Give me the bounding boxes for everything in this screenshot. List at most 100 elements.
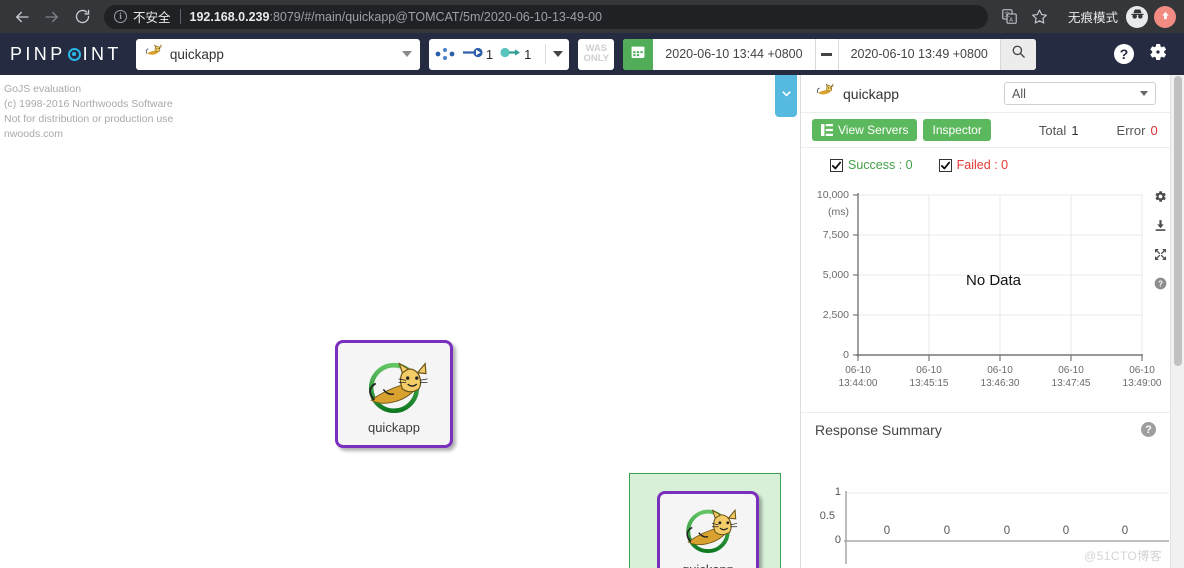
response-scatter-chart[interactable]: ? 10,000 (ms) 7,500 5,000 2,500 0 No Dat… — [801, 182, 1170, 412]
failed-checkbox[interactable] — [938, 158, 952, 172]
servermap-node-quickapp-1[interactable]: quickapp — [335, 340, 453, 448]
download-icon[interactable] — [1154, 219, 1167, 232]
bookmark-button[interactable] — [1026, 3, 1054, 31]
x-tick-4: 06-10 13:49:00 — [1107, 364, 1177, 390]
panel-title: quickapp — [843, 85, 900, 102]
scope-select[interactable]: All — [1004, 82, 1156, 105]
tomcat-node-icon — [675, 501, 741, 568]
chevron-down-icon — [1140, 91, 1148, 96]
date-from-value[interactable]: 2020-06-10 13:44 +0800 — [653, 47, 814, 61]
grid-icon — [821, 124, 833, 136]
scope-select-value: All — [1012, 86, 1026, 101]
calendar-button[interactable] — [623, 38, 654, 70]
svg-text:A: A — [1010, 18, 1014, 24]
info-icon[interactable]: i — [114, 10, 127, 23]
security-label: 不安全 — [133, 11, 171, 25]
gojs-line-2: Not for distribution or production use — [4, 113, 174, 125]
chevron-down-icon — [780, 87, 793, 105]
reload-icon — [74, 8, 91, 25]
application-select[interactable]: quickapp — [135, 38, 420, 70]
error-label: Error — [1116, 122, 1146, 138]
x-tick-1: 06-10 13:45:15 — [894, 364, 964, 390]
x-tick-2-time: 13:46:30 — [980, 378, 1020, 389]
gear-icon[interactable] — [1154, 190, 1167, 203]
legend-success[interactable]: Success : 0 — [830, 158, 913, 172]
chart-icon-rail: ? — [1154, 190, 1167, 290]
node-label: quickapp — [367, 420, 421, 435]
view-servers-button[interactable]: View Servers — [812, 119, 918, 141]
search-button[interactable] — [999, 38, 1036, 70]
pinpoint-logo[interactable]: PINP INT — [10, 44, 122, 65]
reload-button[interactable] — [68, 3, 96, 31]
incognito-icon — [1130, 7, 1145, 27]
rs-y-tick-05: 0.5 — [819, 510, 835, 522]
back-button[interactable] — [8, 3, 36, 31]
settings-button[interactable] — [1148, 42, 1168, 67]
panel-toolbar: View Servers Inspector Total 1 Error 0 — [801, 113, 1170, 148]
gojs-line-1: (c) 1998-2016 Northwoods Software — [4, 98, 173, 110]
logo-dot-icon — [67, 47, 81, 61]
logo-text-right: INT — [82, 43, 122, 64]
application-name: quickapp — [169, 46, 224, 62]
inspector-button[interactable]: Inspector — [923, 119, 991, 141]
x-tick-3-time: 13:47:45 — [1051, 378, 1091, 389]
profile-avatar[interactable] — [1154, 5, 1176, 28]
response-summary-svg — [844, 491, 1169, 564]
rs-y-tick-1: 1 — [834, 486, 841, 498]
date-to-value[interactable]: 2020-06-10 13:49 +0800 — [839, 47, 1000, 61]
was-only-line2: ONLY — [583, 53, 610, 64]
date-range-picker: 2020-06-10 13:44 +0800 2020-06-10 13:49 … — [623, 38, 1036, 70]
search-icon — [1011, 44, 1026, 64]
app-arrow-icon — [500, 46, 521, 62]
url-host: 192.168.0.239 — [189, 9, 270, 24]
error-value: 0 — [1150, 122, 1158, 138]
view-servers-label: View Servers — [838, 123, 909, 137]
translate-button[interactable]: 文A — [996, 3, 1024, 31]
was-only-toggle[interactable]: WAS ONLY — [578, 38, 615, 70]
x-tick-3-date: 06-10 — [1058, 365, 1084, 376]
gojs-line-3: nwoods.com — [4, 128, 63, 140]
total-stat: Total 1 — [1039, 123, 1079, 138]
servermap-canvas[interactable]: GoJS evaluation (c) 1998-2016 Northwoods… — [0, 75, 800, 568]
x-tick-4-date: 06-10 — [1129, 365, 1155, 376]
svg-text:?: ? — [1158, 279, 1163, 288]
rs-bar-value-3: 0 — [1062, 525, 1070, 537]
node-count-chevron-icon[interactable] — [553, 51, 564, 57]
x-tick-1-date: 06-10 — [916, 365, 942, 376]
chevron-down-icon[interactable] — [401, 51, 412, 57]
y-tick-10000: 10,000 — [816, 189, 849, 201]
response-summary-chart[interactable]: 1 0.5 0 0 0 0 0 0 @51CTO博客 — [801, 446, 1170, 568]
inspector-label: Inspector — [932, 123, 982, 137]
main-content: GoJS evaluation (c) 1998-2016 Northwoods… — [0, 75, 1184, 568]
success-checkbox[interactable] — [830, 158, 843, 172]
help-icon[interactable]: ? — [1141, 422, 1156, 437]
forward-button[interactable] — [38, 3, 66, 31]
node-graphic: quickapp — [675, 501, 741, 568]
legend-failed[interactable]: Failed : 0 — [938, 158, 1008, 172]
app-count: 1 — [524, 46, 532, 62]
node-label: quickapp — [682, 562, 734, 568]
help-icon[interactable]: ? — [1154, 277, 1167, 290]
total-value: 1 — [1071, 122, 1079, 138]
url-path: :8079/#/main/quickapp@TOMCAT/5m/2020-06-… — [269, 9, 603, 24]
panel-collapse-toggle[interactable] — [775, 75, 797, 117]
browser-actions: 文A 无痕模式 — [996, 3, 1176, 31]
scatter-legend: Success : 0 Failed : 0 — [801, 148, 1170, 182]
expand-icon[interactable] — [1154, 248, 1167, 261]
help-icon: ? — [1119, 46, 1129, 62]
help-button[interactable]: ? — [1114, 44, 1134, 64]
profile-icon — [1160, 8, 1171, 26]
detail-panel-body: quickapp All View Servers Inspector Tota… — [801, 75, 1170, 568]
back-arrow-icon — [13, 8, 31, 26]
incognito-avatar[interactable] — [1126, 5, 1148, 28]
success-label: Success : 0 — [848, 158, 913, 172]
logo-text-left: PINP — [10, 43, 66, 64]
pinpoint-navbar: PINP INT quickapp 1 1 WAS ONLY 2020-06-1… — [0, 33, 1184, 75]
gear-icon — [1148, 43, 1168, 66]
detail-panel: quickapp All View Servers Inspector Tota… — [800, 75, 1184, 568]
x-tick-0-date: 06-10 — [845, 365, 871, 376]
servermap-node-quickapp-2[interactable]: quickapp — [657, 491, 759, 568]
dots-icon — [435, 47, 457, 61]
node-count-widget[interactable]: 1 1 — [428, 38, 570, 70]
address-bar[interactable]: i 不安全 192.168.0.239:8079/#/main/quickapp… — [104, 4, 988, 29]
